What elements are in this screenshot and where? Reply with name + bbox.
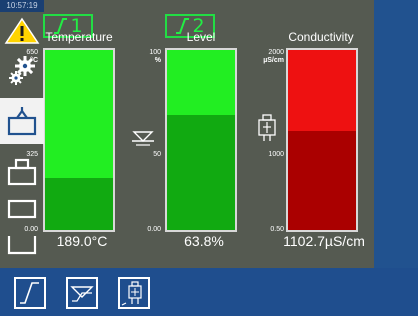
probe-view-icon [121, 281, 142, 306]
value-conductivity: 1102.7µS/cm [283, 233, 365, 249]
tray-full-icon [7, 107, 37, 136]
tray-full-button[interactable] [0, 98, 44, 144]
value-temperature: 189.0°C [56, 233, 108, 249]
bar-fill-conductivity [288, 130, 356, 230]
level-icon [132, 131, 154, 146]
scale-max-conductivity: 2000 [268, 49, 284, 56]
right-sidebar [374, 0, 418, 268]
tray-bottom-icon[interactable] [0, 230, 44, 260]
bar-temperature [43, 48, 115, 232]
level-view-icon [70, 286, 94, 302]
bar-fill-temperature [45, 177, 113, 230]
bar-level [165, 48, 237, 232]
scale-min-conductivity: 0.50 [270, 226, 284, 233]
scale-max-level: 100 [149, 49, 161, 56]
panel-title-conductivity: Conductivity [288, 30, 354, 44]
panel-title-level: Level [186, 30, 216, 44]
probe-view-button[interactable] [118, 277, 150, 309]
level-view-button[interactable] [66, 277, 98, 309]
scale-mid-level: 50 [153, 151, 161, 158]
scale-min-level: 0.00 [147, 226, 161, 233]
curve-view-icon [20, 282, 39, 304]
curve-view-button[interactable] [14, 277, 46, 309]
scale-unit-conductivity: µS/cm [263, 57, 284, 64]
conductivity-probe-icon [258, 114, 276, 141]
bar-track-conductivity [288, 50, 356, 131]
warning-icon[interactable] [0, 16, 44, 46]
scale-mid-conductivity: 1000 [268, 151, 284, 158]
tray-middle-icon[interactable] [0, 194, 44, 224]
value-level: 63.8% [184, 233, 224, 249]
scale-unit-level: % [154, 57, 161, 64]
settings-gears-icon[interactable] [0, 54, 44, 88]
tray-top-icon[interactable] [0, 154, 44, 188]
bar-track-temperature [45, 50, 113, 178]
clock-display: 10:57:19 [0, 0, 44, 12]
bar-fill-level [167, 115, 235, 230]
bar-conductivity [286, 48, 358, 232]
bar-track-level [167, 50, 235, 116]
panel-title-temperature: Temperature [45, 30, 113, 44]
bottom-toolbar [0, 268, 418, 316]
